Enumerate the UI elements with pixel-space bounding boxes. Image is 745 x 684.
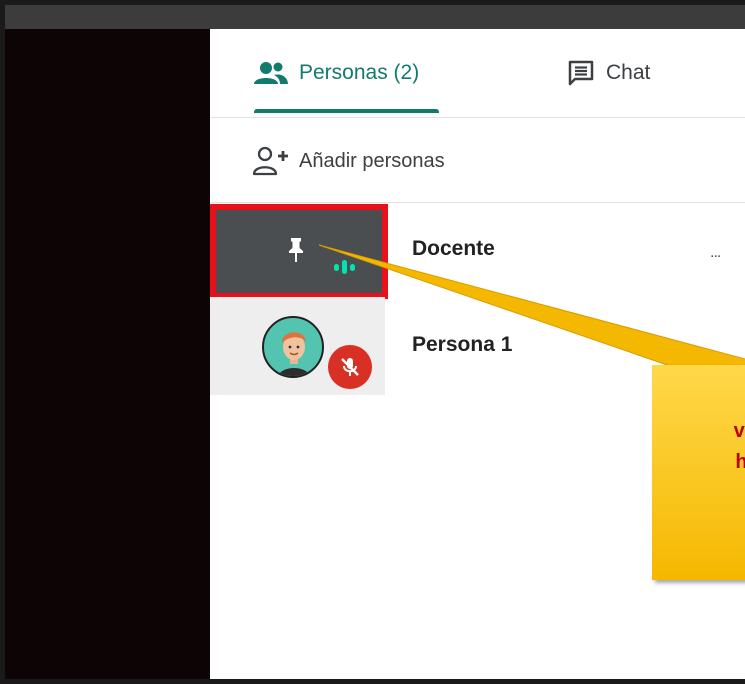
main-video-area: [5, 29, 210, 679]
callout-line: En: [652, 384, 745, 415]
tabs-divider: [210, 117, 745, 118]
add-people-label: Añadir personas: [299, 149, 445, 172]
tab-people-label: Personas (2): [299, 61, 420, 84]
active-tab-indicator: [254, 109, 439, 113]
more-options-button[interactable]: ...: [710, 244, 721, 262]
callout-box: En visual hemo: [652, 365, 745, 580]
pin-icon: [289, 238, 303, 262]
people-icon: [254, 62, 288, 84]
callout-line: visual: [733, 420, 745, 442]
tab-people[interactable]: Personas (2): [253, 29, 419, 117]
avatar: [262, 316, 324, 378]
screenshot-frame: Personas (2) Chat Añadir personas Docent…: [0, 0, 745, 684]
people-panel: Personas (2) Chat Añadir personas Docent…: [210, 29, 745, 679]
participant-row[interactable]: Docente ...: [210, 204, 745, 299]
add-people-button[interactable]: Añadir personas: [253, 139, 445, 183]
tab-chat-label: Chat: [606, 61, 651, 84]
tab-chat[interactable]: Chat: [566, 29, 650, 117]
add-people-divider: [210, 202, 745, 203]
participant-tile: [210, 204, 385, 296]
callout-line: hemo: [652, 447, 745, 478]
participant-tile: [210, 297, 385, 395]
participant-name: Docente: [412, 237, 495, 260]
add-person-icon: [253, 146, 288, 176]
participant-name: Persona 1: [412, 333, 513, 356]
mic-off-icon: [328, 345, 372, 389]
chat-icon: [568, 60, 594, 86]
window-top-bar: [5, 5, 745, 29]
audio-level-icon: [334, 260, 355, 274]
